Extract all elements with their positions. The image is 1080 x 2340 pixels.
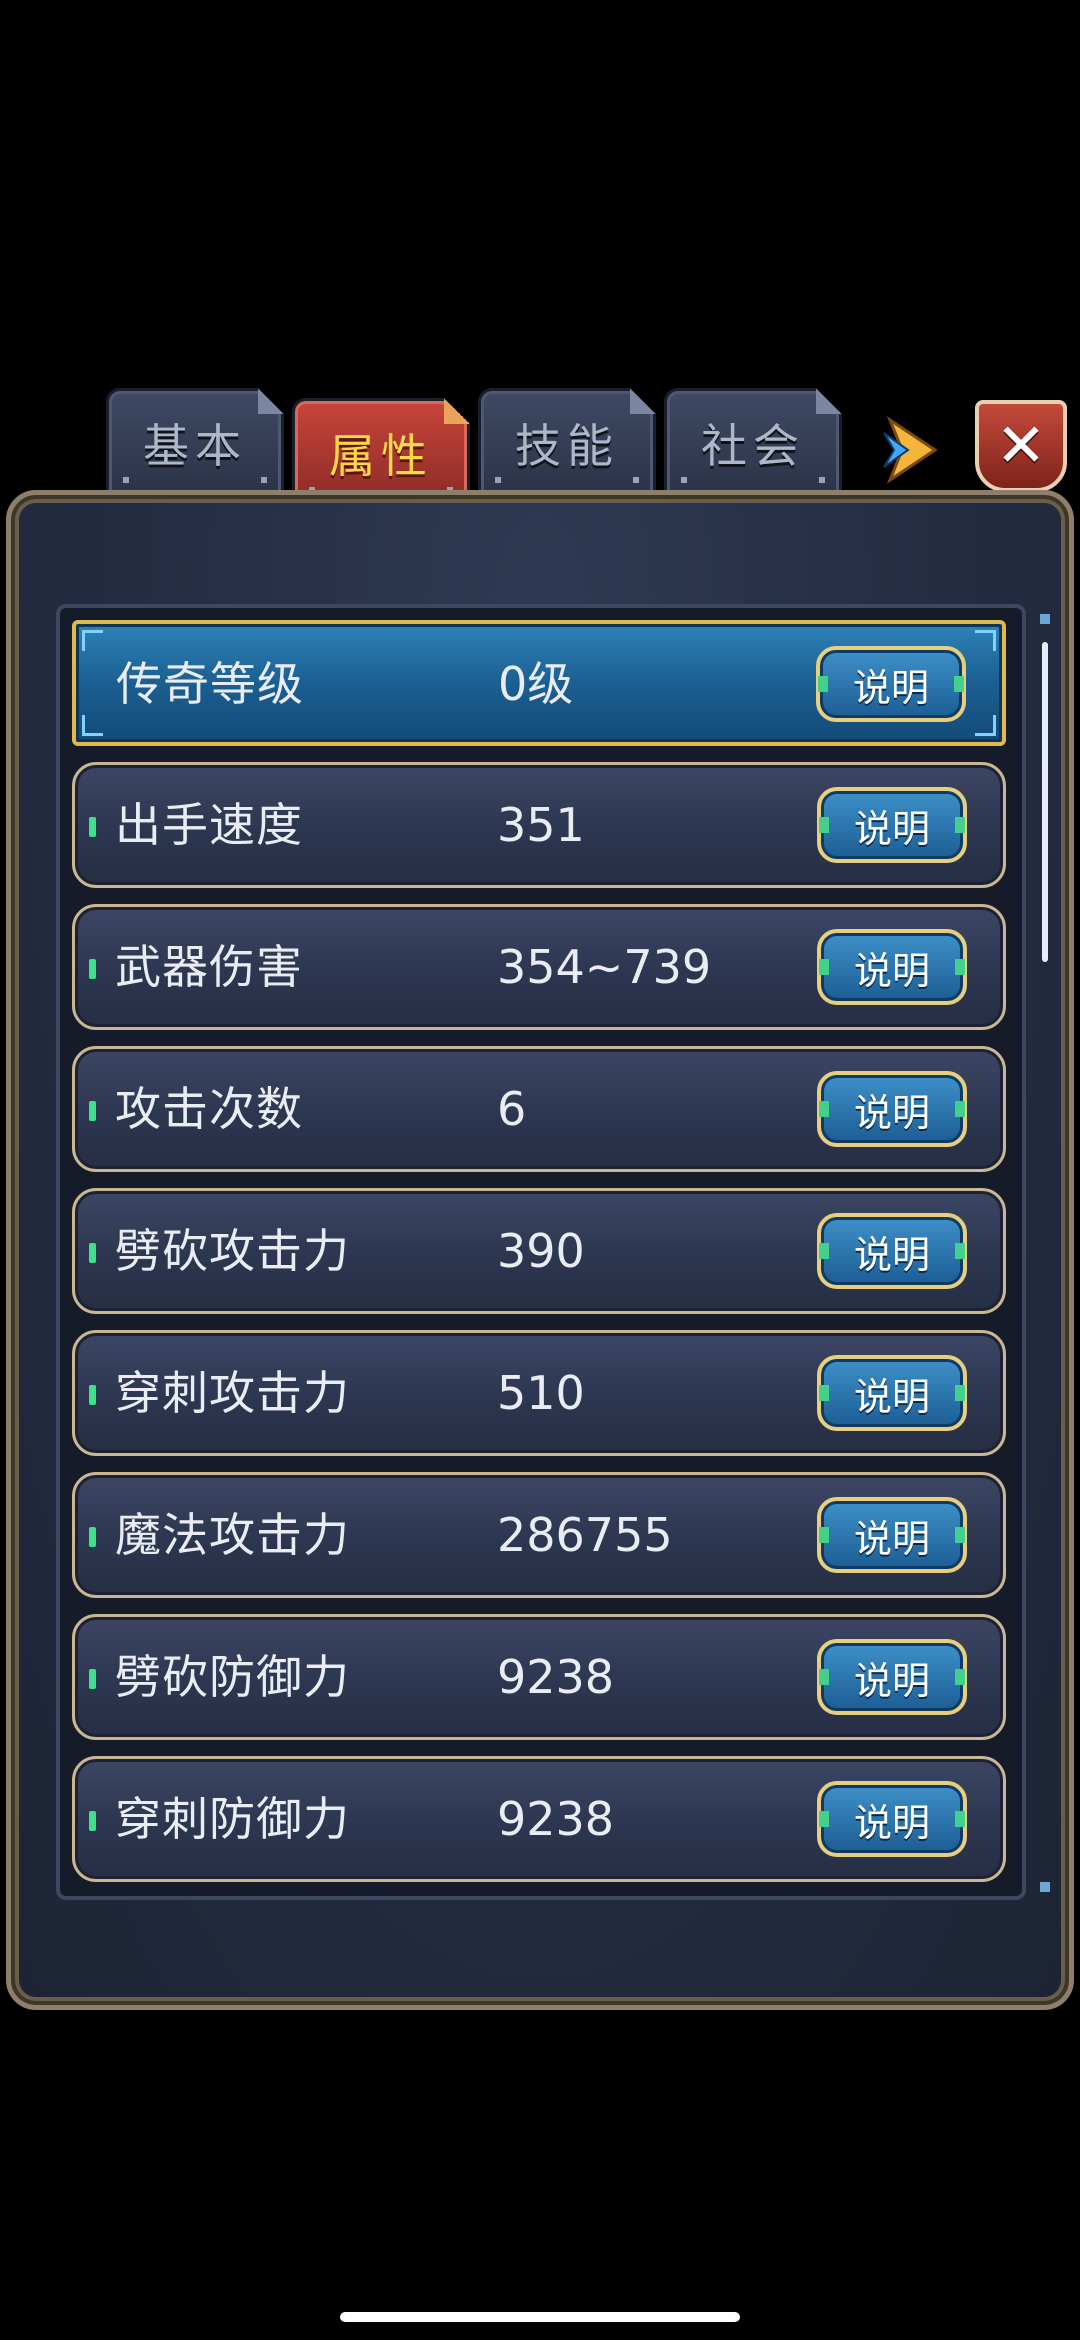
attribute-name: 魔法攻击力 [115,1508,350,1562]
attribute-name: 武器伤害 [115,940,303,994]
list-item[interactable]: 穿刺防御力 9238 说明 [72,1756,1006,1882]
attribute-name: 出手速度 [115,798,303,852]
attribute-value: 351 [497,798,585,852]
indicator-icon [89,1669,96,1689]
list-item[interactable]: 穿刺攻击力 510 说明 [72,1330,1006,1456]
tab-label: 基本 [143,419,247,473]
next-arrow-icon[interactable] [880,415,940,485]
attribute-name: 穿刺防御力 [115,1792,350,1846]
explain-button[interactable]: 说明 [817,787,967,863]
explain-button[interactable]: 说明 [817,1781,967,1857]
explain-button[interactable]: 说明 [817,1355,967,1431]
attribute-name: 劈砍防御力 [115,1650,350,1704]
list-item[interactable]: 劈砍防御力 9238 说明 [72,1614,1006,1740]
scroll-down-icon[interactable] [1040,1882,1050,1892]
attribute-name: 攻击次数 [115,1082,303,1136]
corner-ornament [82,715,103,736]
explain-button[interactable]: 说明 [817,1639,967,1715]
list-item[interactable]: 传奇等级 0级 说明 [72,620,1006,746]
tab-basic[interactable]: 基本 [106,388,284,498]
tab-decoration [633,477,639,483]
indicator-icon [89,1385,96,1405]
explain-button[interactable]: 说明 [816,646,966,722]
tab-decoration [495,477,501,483]
list-item[interactable]: 攻击次数 6 说明 [72,1046,1006,1172]
attribute-value: 9238 [497,1650,615,1704]
attribute-value: 0级 [498,657,574,711]
attribute-value: 390 [497,1224,585,1278]
list-item[interactable]: 劈砍攻击力 390 说明 [72,1188,1006,1314]
tab-label: 技能 [515,419,619,473]
attribute-value: 6 [497,1082,527,1136]
attribute-list[interactable]: 传奇等级 0级 说明 出手速度 351 说明 武器伤害 354~739 说明 攻… [56,604,1026,1900]
tab-skills[interactable]: 技能 [478,388,656,498]
scroll-up-icon[interactable] [1040,614,1050,624]
scrollbar[interactable] [1040,614,1050,1892]
attribute-value: 510 [497,1366,585,1420]
close-button[interactable]: ✕ [975,400,1067,492]
tab-label: 社会 [701,419,805,473]
corner-ornament [975,630,996,651]
explain-button[interactable]: 说明 [817,1213,967,1289]
list-item[interactable]: 出手速度 351 说明 [72,762,1006,888]
corner-ornament [975,715,996,736]
attribute-value: 354~739 [497,940,712,994]
list-item[interactable]: 魔法攻击力 286755 说明 [72,1472,1006,1598]
tab-social[interactable]: 社会 [664,388,842,498]
explain-button[interactable]: 说明 [817,929,967,1005]
close-icon: ✕ [995,411,1047,481]
indicator-icon [89,1811,96,1831]
tab-decoration [123,477,129,483]
attribute-value: 9238 [497,1792,615,1846]
indicator-icon [89,959,96,979]
attribute-name: 穿刺攻击力 [115,1366,350,1420]
indicator-icon [89,1101,96,1121]
scrollbar-thumb[interactable] [1042,642,1048,962]
explain-button[interactable]: 说明 [817,1497,967,1573]
home-indicator[interactable] [340,2312,740,2322]
tab-decoration [681,477,687,483]
tab-decoration [261,477,267,483]
corner-ornament [82,630,103,651]
tab-decoration [819,477,825,483]
attribute-name: 传奇等级 [116,657,304,711]
list-item[interactable]: 武器伤害 354~739 说明 [72,904,1006,1030]
explain-button[interactable]: 说明 [817,1071,967,1147]
indicator-icon [89,1527,96,1547]
attribute-name: 劈砍攻击力 [115,1224,350,1278]
indicator-icon [89,1243,96,1263]
attribute-value: 286755 [497,1508,673,1562]
indicator-icon [89,817,96,837]
tab-label: 属性 [329,429,433,483]
